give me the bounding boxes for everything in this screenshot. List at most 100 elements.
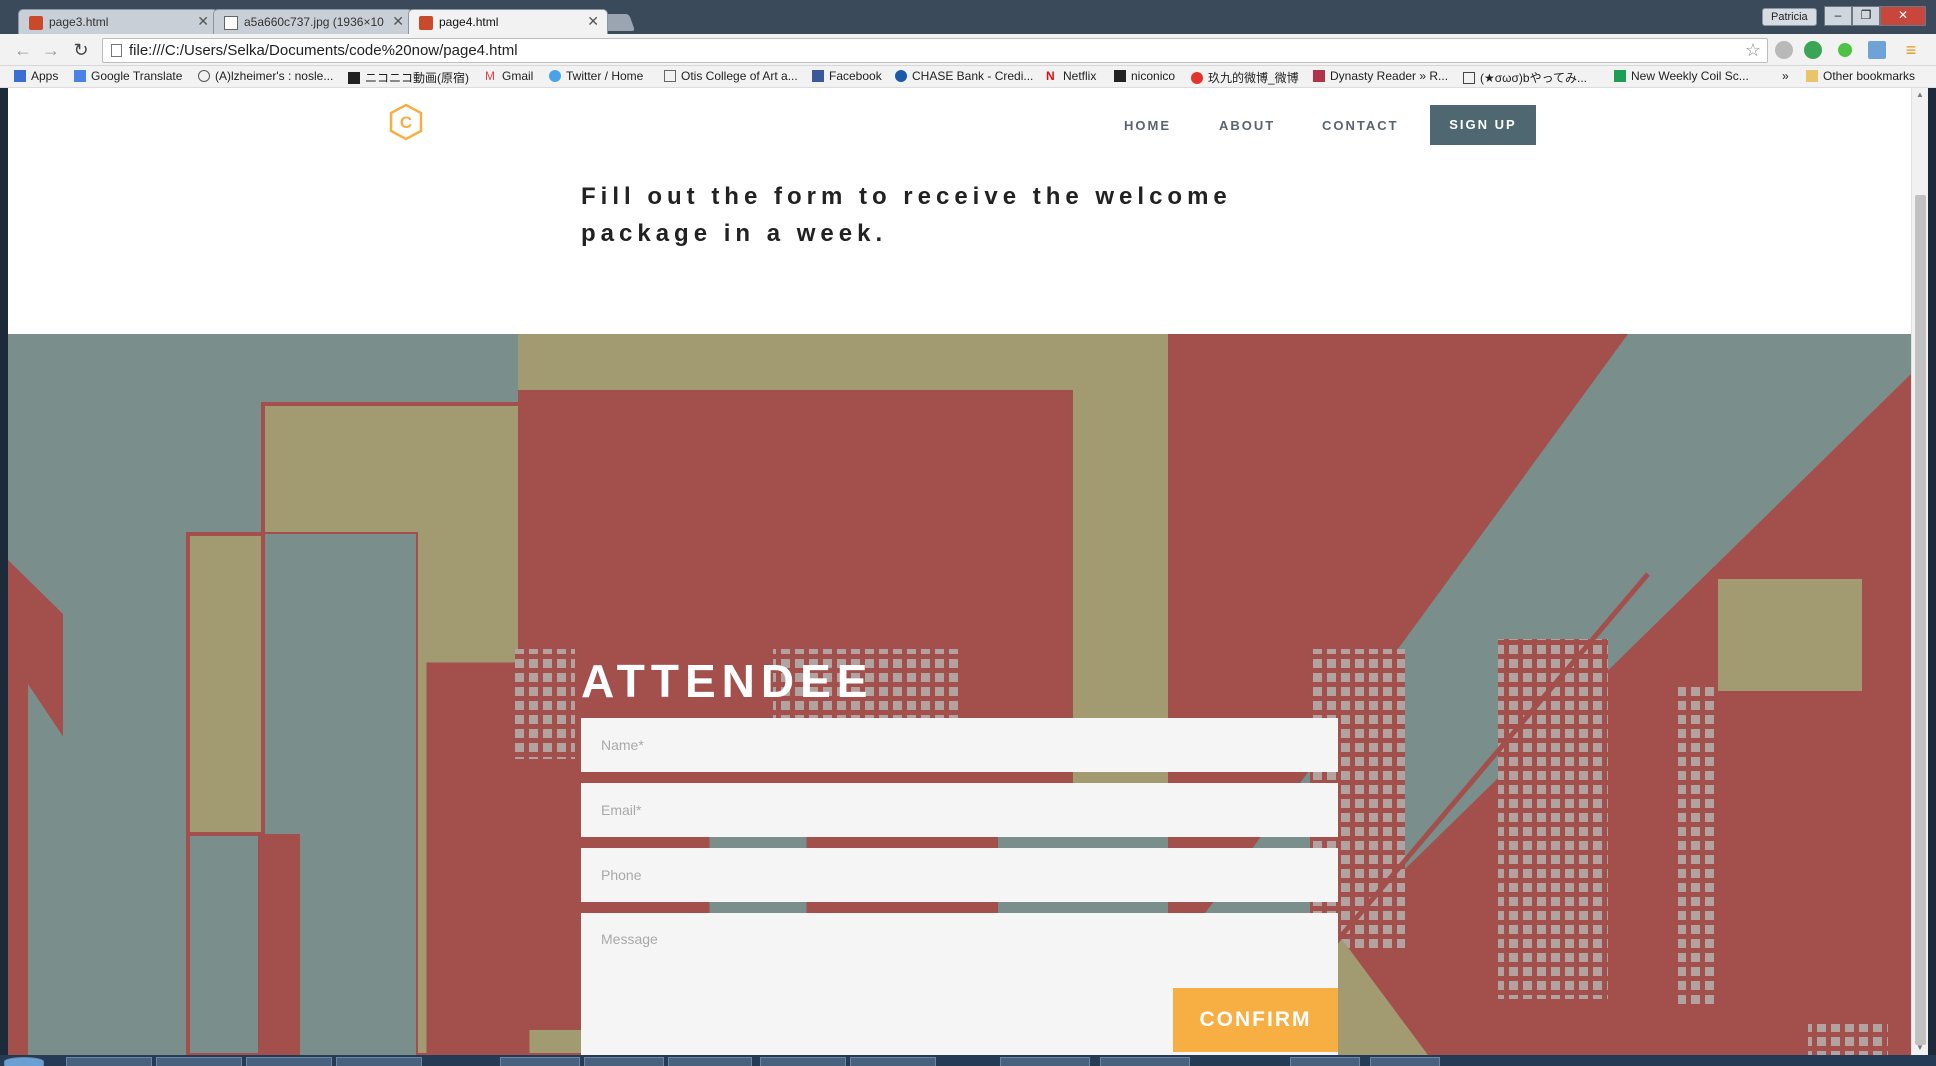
taskbar-item[interactable] — [246, 1057, 332, 1066]
bookmark-reddit[interactable]: (A)lzheimer's : nosle... — [198, 69, 333, 83]
logo-icon[interactable]: C — [389, 103, 423, 141]
bookmark-label: ニコニコ動画(原宿) — [365, 71, 469, 85]
bookmark-other[interactable]: Other bookmarks — [1806, 69, 1915, 83]
sign-up-button[interactable]: SIGN UP — [1430, 105, 1536, 145]
os-taskbar — [0, 1055, 1936, 1066]
page-scrollbar[interactable]: ▲ ▼ — [1911, 88, 1928, 1055]
bookmark-otis[interactable]: Otis College of Art a... — [664, 69, 798, 83]
bookmark-chase[interactable]: CHASE Bank - Credi... — [895, 69, 1033, 83]
bookmark-label: Other bookmarks — [1823, 69, 1916, 83]
download-extension-icon[interactable] — [1775, 41, 1793, 59]
bookmark-label: New Weekly Coil Sc... — [1631, 69, 1749, 83]
scroll-up-icon[interactable]: ▲ — [1916, 90, 1924, 99]
nav-home[interactable]: HOME — [1124, 118, 1171, 133]
taskbar-item[interactable] — [1000, 1057, 1090, 1066]
forward-arrow-icon[interactable]: → — [40, 39, 62, 61]
attendee-section: ATTENDEE CONFIRM — [8, 334, 1911, 1055]
grammarly-extension-icon[interactable] — [1804, 41, 1822, 59]
tab-strip: page3.html ✕ a5a660c737.jpg (1936×10 ✕ p… — [0, 0, 1936, 34]
taskbar-item[interactable] — [1290, 1057, 1360, 1066]
bookmark-tv[interactable]: (★σωσ)bやってみ... — [1463, 69, 1587, 86]
tab-page4[interactable]: page4.html ✕ — [408, 9, 608, 34]
niconico-icon — [1114, 70, 1126, 82]
gmail-icon: M — [485, 69, 495, 83]
reddit-icon — [198, 70, 210, 82]
niconico-icon — [348, 71, 360, 84]
bookmark-label: 玖九的微博_微博 — [1208, 71, 1299, 85]
bookmark-twitter[interactable]: Twitter / Home — [549, 69, 643, 83]
taskbar-item[interactable] — [156, 1057, 242, 1066]
netflix-icon: N — [1046, 69, 1055, 83]
email-field[interactable] — [581, 783, 1338, 837]
tab-label: a5a660c737.jpg (1936×10 — [244, 15, 384, 29]
browser-toolbar: ← → ↻ file:///C:/Users/Selka/Documents/c… — [0, 34, 1936, 66]
minimize-button[interactable]: – — [1824, 6, 1852, 26]
scroll-thumb[interactable] — [1915, 195, 1926, 1045]
bookmark-weibo[interactable]: 玖九的微博_微博 — [1191, 69, 1299, 86]
html-file-icon — [419, 16, 433, 30]
bookmarks-overflow[interactable]: » — [1782, 69, 1789, 83]
close-window-button[interactable]: ✕ — [1880, 6, 1926, 26]
bookmark-niconico-harajuku[interactable]: ニコニコ動画(原宿) — [348, 69, 469, 86]
intro-line-1: Fill out the form to receive the welcome — [581, 183, 1232, 210]
close-tab-icon[interactable]: ✕ — [197, 13, 209, 30]
tab-label: page3.html — [49, 15, 109, 29]
bookmark-niconico[interactable]: niconico — [1114, 69, 1175, 83]
tab-page3[interactable]: page3.html ✕ — [18, 9, 218, 34]
bookmark-gmail[interactable]: M Gmail — [485, 69, 533, 83]
bookmark-facebook[interactable]: Facebook — [812, 69, 882, 83]
whatsapp-extension-icon[interactable] — [1838, 43, 1852, 57]
confirm-button[interactable]: CONFIRM — [1173, 988, 1338, 1052]
bookmark-apps[interactable]: Apps — [14, 69, 58, 83]
bookmark-label: Dynasty Reader » R... — [1330, 69, 1449, 83]
taskbar-item[interactable] — [500, 1057, 580, 1066]
bookmark-label: Otis College of Art a... — [681, 69, 798, 83]
twitter-icon — [549, 70, 561, 82]
bookmark-dynasty[interactable]: Dynasty Reader » R... — [1313, 69, 1448, 83]
form-title: ATTENDEE — [581, 655, 874, 707]
bookmark-label: CHASE Bank - Credi... — [912, 69, 1034, 83]
bookmark-label: Apps — [31, 69, 59, 83]
bookmark-star-icon[interactable]: ☆ — [1745, 39, 1761, 62]
site-header: C HOME ABOUT CONTACT SIGN UP — [8, 88, 1911, 158]
intro-text: Fill out the form to receive the welcome… — [581, 178, 1341, 252]
taskbar-item[interactable] — [584, 1057, 664, 1066]
close-tab-icon[interactable]: ✕ — [392, 13, 404, 30]
bookmark-netflix[interactable]: N Netflix — [1046, 69, 1096, 83]
back-arrow-icon[interactable]: ← — [12, 39, 34, 61]
sheets-icon — [1614, 70, 1626, 82]
intro-line-2: package in a week. — [581, 220, 888, 247]
nav-about[interactable]: ABOUT — [1219, 118, 1275, 133]
restore-button[interactable]: ❐ — [1852, 6, 1880, 26]
phone-field[interactable] — [581, 848, 1338, 902]
tab-image[interactable]: a5a660c737.jpg (1936×10 ✕ — [213, 9, 413, 34]
menu-icon[interactable]: ≡ — [1900, 39, 1922, 61]
reload-icon[interactable]: ↻ — [70, 39, 92, 61]
bookmark-coil[interactable]: New Weekly Coil Sc... — [1614, 69, 1749, 83]
taskbar-item[interactable] — [1100, 1057, 1190, 1066]
nav-contact[interactable]: CONTACT — [1322, 118, 1399, 133]
taskbar-item[interactable] — [1370, 1057, 1440, 1066]
taskbar-item[interactable] — [760, 1057, 846, 1066]
taskbar-item[interactable] — [336, 1057, 422, 1066]
page-viewport: C HOME ABOUT CONTACT SIGN UP Fill out th… — [8, 88, 1911, 1055]
bookmark-google-translate[interactable]: Google Translate — [74, 69, 182, 83]
tab-label: page4.html — [439, 15, 499, 29]
folder-icon — [1806, 70, 1818, 82]
flag-extension-icon[interactable] — [1868, 41, 1886, 59]
facebook-icon — [812, 70, 824, 82]
bookmark-label: Netflix — [1063, 69, 1097, 83]
start-button[interactable] — [4, 1057, 44, 1066]
taskbar-item[interactable] — [66, 1057, 152, 1066]
html-file-icon — [29, 16, 43, 30]
translate-icon — [74, 70, 86, 82]
address-bar[interactable]: file:///C:/Users/Selka/Documents/code%20… — [102, 38, 1768, 63]
scroll-down-icon[interactable]: ▼ — [1916, 1043, 1924, 1052]
taskbar-item[interactable] — [850, 1057, 936, 1066]
name-field[interactable] — [581, 718, 1338, 772]
page-icon — [664, 70, 676, 82]
profile-button[interactable]: Patricia — [1762, 8, 1817, 26]
close-tab-icon[interactable]: ✕ — [587, 13, 599, 30]
taskbar-item[interactable] — [668, 1057, 752, 1066]
url-text: file:///C:/Users/Selka/Documents/code%20… — [129, 42, 518, 59]
